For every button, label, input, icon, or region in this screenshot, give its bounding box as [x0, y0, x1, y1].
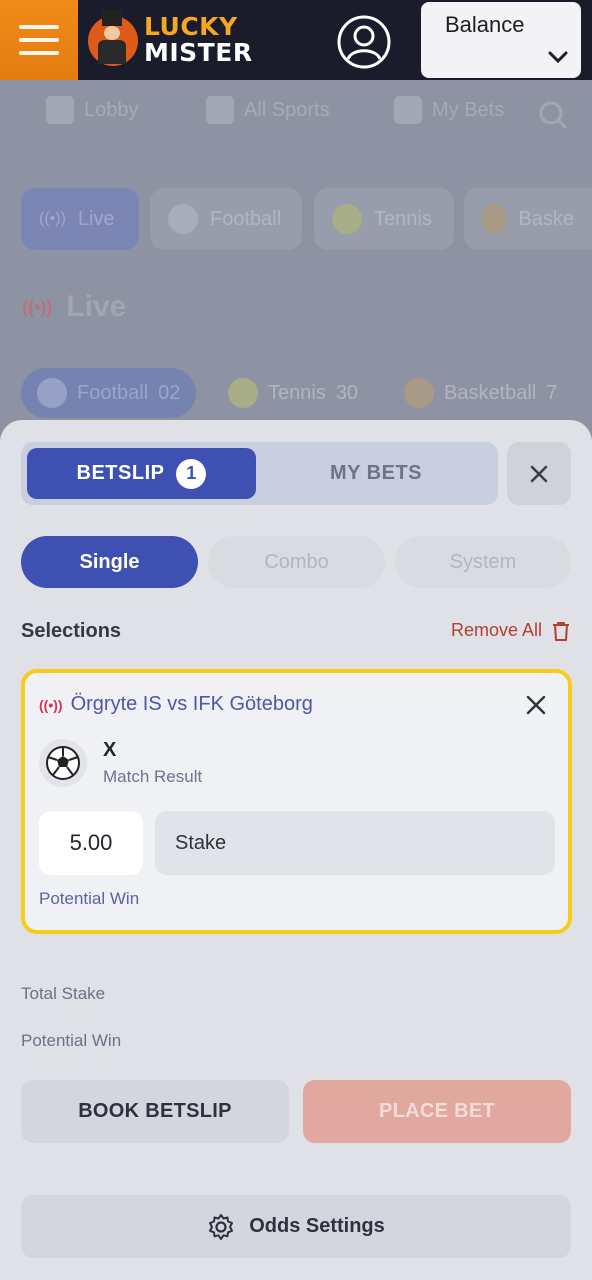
nav-all-sports[interactable]: All Sports [206, 96, 330, 124]
sport-pill-football[interactable]: Football [150, 188, 302, 250]
selection-card: ((•)) Örgryte IS vs IFK Göteborg X Match… [21, 669, 572, 934]
close-icon [530, 465, 548, 482]
live-filter-football[interactable]: Football 02 [21, 368, 197, 418]
tab-my-bets[interactable]: MY BETS [261, 448, 491, 499]
trash-icon [553, 621, 569, 641]
sport-pill-tennis[interactable]: Tennis [314, 188, 454, 250]
gear-icon [209, 1213, 234, 1240]
account-icon[interactable] [336, 14, 392, 70]
selection-pick: X [103, 739, 117, 761]
live-signal-icon: ((•)) [39, 210, 66, 227]
sport-pill-basketball[interactable]: Baske [464, 188, 592, 250]
sport-pill-live[interactable]: ((•)) Live [21, 188, 139, 250]
live-signal-icon: ((•)) [39, 696, 63, 713]
tab-betslip[interactable]: BETSLIP 1 [27, 448, 256, 499]
tennis-ball-icon [228, 378, 258, 408]
selection-odds: 5.00 [39, 811, 143, 875]
live-section-title: ((•)) Live [22, 290, 127, 323]
clipboard-icon [394, 96, 422, 124]
close-betslip-button[interactable] [507, 442, 571, 505]
mascot-logo-icon [88, 10, 138, 66]
book-betslip-button[interactable]: BOOK BETSLIP [21, 1080, 289, 1143]
menu-line-icon [19, 38, 59, 42]
bet-type-system[interactable]: System [395, 536, 571, 588]
basketball-icon [404, 378, 434, 408]
chevron-down-icon [548, 51, 568, 64]
football-icon [37, 378, 67, 408]
selection-potential-win-label: Potential Win [39, 889, 140, 908]
logo-wordmark: LUCKY MISTER [144, 12, 253, 67]
live-signal-icon: ((•)) [22, 296, 53, 317]
hamburger-menu-button[interactable] [0, 0, 78, 80]
remove-selection-close-icon[interactable] [524, 693, 548, 717]
bet-type-combo[interactable]: Combo [208, 536, 385, 588]
nav-my-bets[interactable]: My Bets [394, 96, 504, 124]
brand-logo[interactable]: LUCKY MISTER [86, 8, 266, 72]
selection-market: Match Result [103, 767, 203, 786]
betslip-sheet: BETSLIP 1 MY BETS Single Combo System Se… [0, 420, 592, 1280]
home-icon [46, 96, 74, 124]
football-icon [168, 204, 198, 234]
stake-input[interactable] [155, 811, 555, 875]
menu-line-icon [19, 51, 59, 55]
selection-match[interactable]: ((•)) Örgryte IS vs IFK Göteborg [39, 693, 313, 716]
search-icon[interactable] [538, 100, 568, 130]
potential-win-label: Potential Win [21, 1031, 122, 1050]
live-filter-basketball[interactable]: Basketball 7 [388, 368, 573, 418]
menu-line-icon [19, 25, 59, 29]
top-nav: Lobby All Sports My Bets [0, 96, 592, 136]
betslip-tabs: BETSLIP 1 MY BETS [21, 442, 498, 505]
remove-all-button[interactable]: Remove All [451, 620, 570, 641]
nav-lobby[interactable]: Lobby [46, 96, 139, 124]
total-stake-label: Total Stake [21, 984, 106, 1003]
selections-heading: Selections [21, 620, 122, 642]
betslip-count-badge: 1 [176, 458, 207, 489]
balance-label: Balance [445, 12, 525, 37]
football-icon [39, 739, 87, 787]
balance-dropdown[interactable]: Balance [421, 2, 581, 78]
place-bet-button[interactable]: PLACE BET [303, 1080, 571, 1143]
app-header: LUCKY MISTER Balance [0, 0, 592, 80]
list-icon [206, 96, 234, 124]
basketball-icon [482, 204, 507, 234]
tennis-ball-icon [332, 204, 362, 234]
live-filter-tennis[interactable]: Tennis 30 [212, 368, 374, 418]
bet-type-single[interactable]: Single [21, 536, 198, 588]
odds-settings-button[interactable]: Odds Settings [21, 1195, 571, 1258]
